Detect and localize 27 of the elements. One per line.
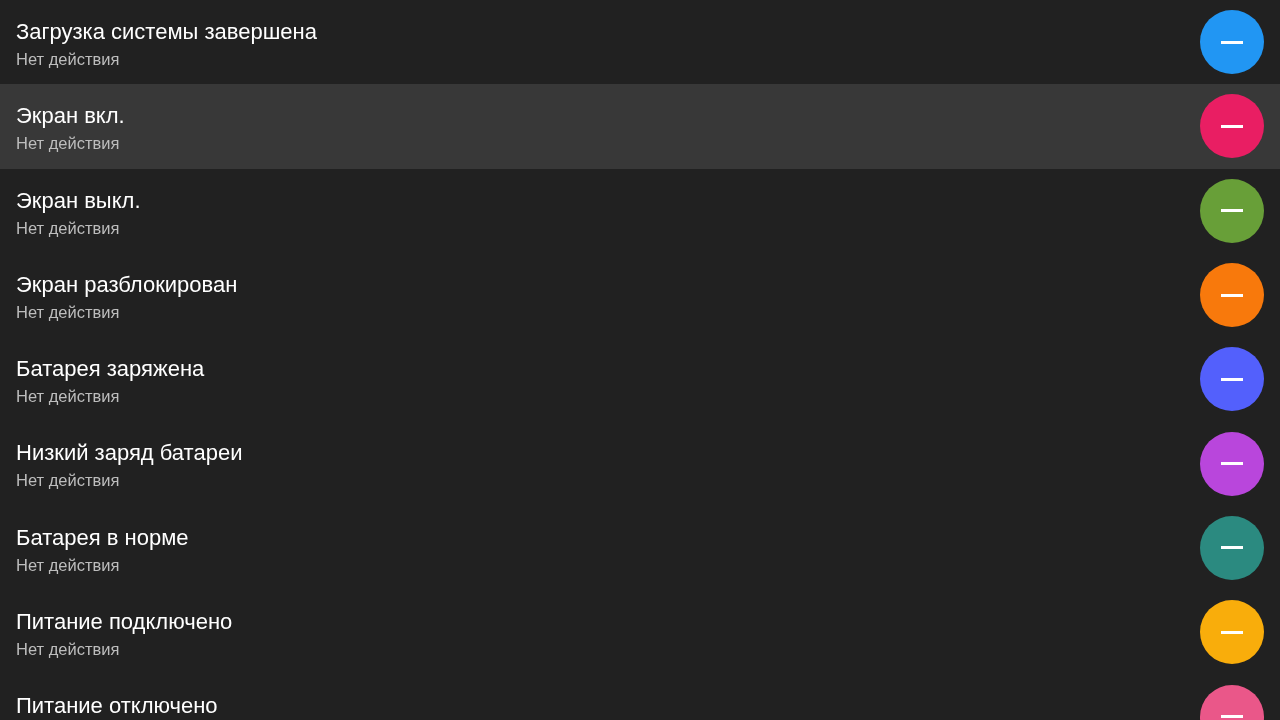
item-subtitle: Нет действия [16, 217, 120, 238]
minus-icon [1221, 377, 1243, 381]
minus-icon [1221, 462, 1243, 466]
minus-icon [1221, 715, 1243, 718]
item-subtitle: Нет действия [16, 554, 120, 575]
item-title: Питание подключено [16, 610, 233, 635]
item-subtitle: Нет действия [16, 386, 120, 407]
item-title: Экран выкл. [16, 188, 141, 213]
item-subtitle: Нет действия [16, 301, 120, 322]
minus-icon [1221, 40, 1243, 44]
list-row[interactable]: Экран вкл. Нет действия [0, 84, 1280, 169]
item-title: Батарея в норме [16, 525, 189, 550]
item-subtitle: Нет действия [16, 639, 120, 660]
minus-icon [1221, 124, 1243, 128]
item-title: Загрузка системы завершена [16, 20, 317, 44]
minus-icon [1221, 630, 1243, 634]
item-title: Экран разблокирован [16, 272, 238, 297]
item-title: Экран вкл. [16, 104, 125, 129]
item-title: Питание отключено [16, 694, 218, 719]
minus-icon [1221, 209, 1243, 213]
item-subtitle: Нет действия [16, 470, 120, 491]
minus-icon [1221, 293, 1243, 297]
item-title: Батарея заряжена [16, 357, 205, 382]
minus-icon [1221, 546, 1243, 550]
item-title: Низкий заряд батареи [16, 441, 243, 466]
item-subtitle: Нет действия [16, 49, 120, 69]
item-subtitle: Нет действия [16, 133, 120, 154]
